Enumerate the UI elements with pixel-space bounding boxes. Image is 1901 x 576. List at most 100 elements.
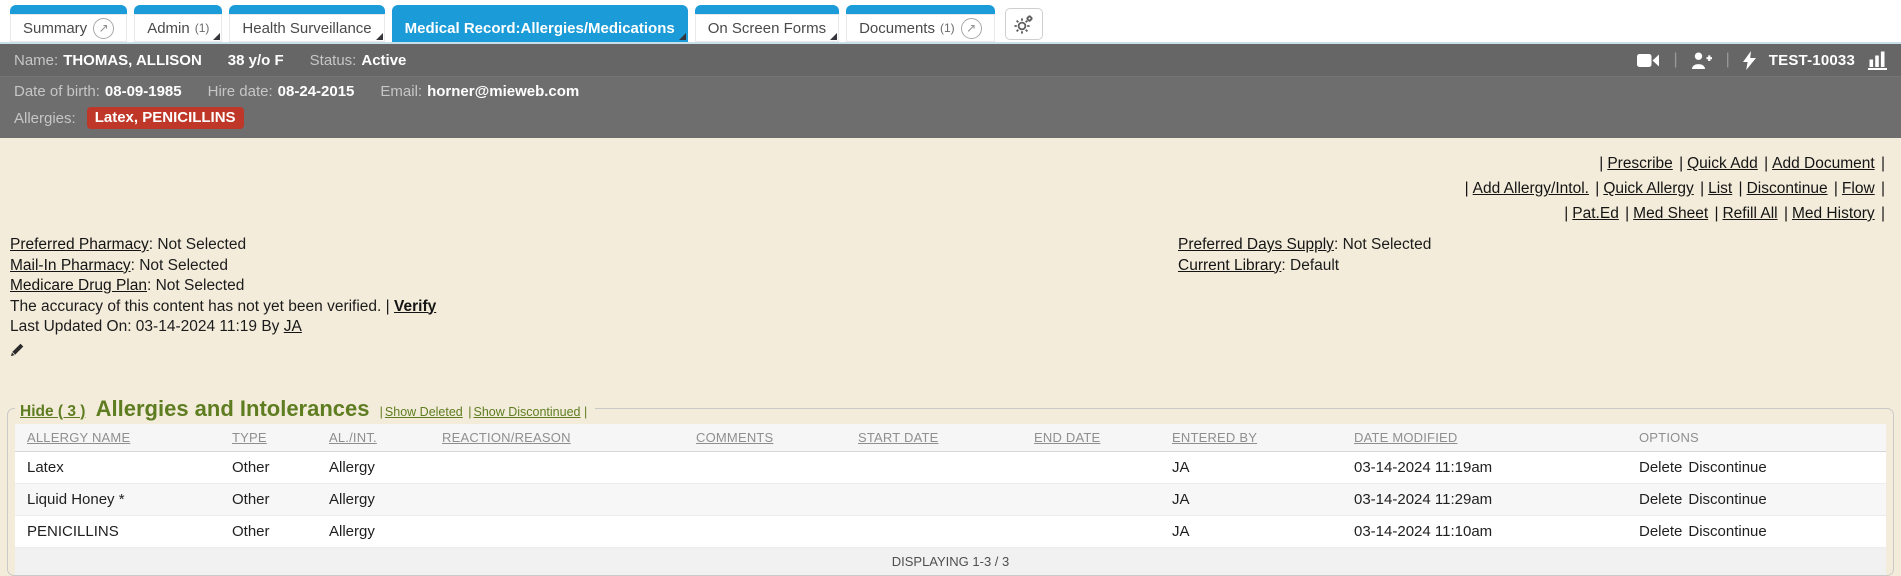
- cell-options: Delete Discontinue: [1627, 515, 1886, 548]
- tab-admin-count: (1): [194, 21, 210, 35]
- delete-link[interactable]: Delete: [1639, 459, 1682, 476]
- cell-comments: [684, 483, 846, 516]
- tab-settings-button[interactable]: [1004, 8, 1043, 40]
- cell-type: Other: [220, 483, 317, 516]
- header-options: OPTIONS: [1627, 423, 1886, 452]
- cell-start-date: [846, 515, 1022, 548]
- add-document-link[interactable]: Add Document: [1762, 155, 1875, 172]
- growth-chart-icon[interactable]: [1868, 51, 1887, 70]
- hire-date-value: 08-24-2015: [277, 83, 355, 100]
- tab-documents-label: Documents: [859, 19, 935, 37]
- cell-end-date: [1022, 483, 1160, 516]
- cell-date-modified: 03-14-2024 11:29am: [1342, 483, 1627, 516]
- cell-al-int: Allergy: [317, 451, 430, 484]
- tab-summary[interactable]: Summary ↗: [10, 5, 128, 42]
- name-label: Name:: [14, 51, 59, 69]
- preferred-days-supply-link[interactable]: Preferred Days Supply: [1178, 236, 1334, 253]
- header-type[interactable]: TYPE: [220, 423, 317, 452]
- mail-in-pharmacy-link[interactable]: Mail-In Pharmacy: [10, 257, 131, 274]
- patient-age-sex: 38 y/o F: [227, 51, 284, 69]
- dob-value: 08-09-1985: [104, 83, 182, 100]
- edit-pencil-icon[interactable]: [10, 342, 30, 360]
- supply-info: Preferred Days Supply Not Selected Curren…: [1178, 235, 1431, 338]
- patient-demographics-bar: Date of birth: 08-09-1985 Hire date: 08-…: [0, 77, 1901, 138]
- show-discontinued-link[interactable]: Show Discontinued: [466, 405, 580, 419]
- table-row: PENICILLINS Other Allergy JA 03-14-2024 …: [15, 515, 1886, 548]
- add-person-icon[interactable]: [1691, 52, 1713, 69]
- show-deleted-link[interactable]: Show Deleted: [378, 405, 463, 419]
- discontinue-link[interactable]: Discontinue: [1688, 459, 1766, 476]
- current-library-link[interactable]: Current Library: [1178, 257, 1281, 274]
- header-end-date[interactable]: END DATE: [1022, 423, 1160, 452]
- tab-documents[interactable]: Documents (1) ↗: [846, 5, 995, 42]
- action-row-3: Pat.Ed Med Sheet Refill All Med History: [0, 201, 1885, 226]
- action-links: Prescribe Quick Add Add Document Add All…: [0, 151, 1885, 226]
- quick-add-link[interactable]: Quick Add: [1677, 155, 1758, 172]
- allergies-badge[interactable]: Latex, PENICILLINS: [86, 107, 244, 129]
- refill-all-link[interactable]: Refill All: [1712, 205, 1777, 222]
- cell-start-date: [846, 451, 1022, 484]
- tab-on-screen-forms[interactable]: On Screen Forms: [694, 5, 840, 42]
- tab-health-surveillance[interactable]: Health Surveillance: [229, 5, 385, 42]
- action-row-2: Add Allergy/Intol. Quick Allergy List Di…: [0, 176, 1885, 201]
- pat-ed-link[interactable]: Pat.Ed: [1562, 205, 1619, 222]
- header-al-int[interactable]: AL./INT.: [317, 423, 430, 452]
- prescribe-link[interactable]: Prescribe: [1597, 155, 1672, 172]
- cell-al-int: Allergy: [317, 483, 430, 516]
- cell-comments: [684, 451, 846, 484]
- cell-entered-by: JA: [1160, 515, 1342, 548]
- email-label: Email:: [380, 83, 423, 100]
- last-updated-by-link[interactable]: JA: [284, 318, 302, 335]
- tab-on-screen-forms-label: On Screen Forms: [707, 19, 827, 37]
- popout-icon[interactable]: ↗: [960, 17, 982, 39]
- tab-admin[interactable]: Admin (1): [134, 5, 223, 42]
- med-history-link[interactable]: Med History: [1782, 205, 1875, 222]
- tab-health-surveillance-label: Health Surveillance: [242, 19, 372, 37]
- quick-action-lightning-icon[interactable]: [1742, 50, 1756, 70]
- discontinue-link[interactable]: Discontinue: [1737, 180, 1828, 197]
- header-entered-by[interactable]: ENTERED BY: [1160, 423, 1342, 452]
- main-content: Prescribe Quick Add Add Document Add All…: [0, 138, 1901, 576]
- tab-medical-record-allergies-medications[interactable]: Medical Record:Allergies/Medications: [391, 5, 688, 42]
- medicare-drug-plan-link[interactable]: Medicare Drug Plan: [10, 277, 147, 294]
- gears-icon: [1014, 14, 1034, 34]
- chart-id: TEST-10033: [1768, 51, 1855, 69]
- delete-link[interactable]: Delete: [1639, 523, 1682, 540]
- cell-options: Delete Discontinue: [1627, 483, 1886, 516]
- hide-count-link[interactable]: Hide ( 3 ): [20, 403, 85, 420]
- header-allergy-name[interactable]: ALLERGY NAME: [15, 423, 220, 452]
- tab-summary-label: Summary: [23, 19, 88, 37]
- verify-link[interactable]: Verify: [394, 298, 436, 315]
- quick-allergy-link[interactable]: Quick Allergy: [1593, 180, 1693, 197]
- email-value: horner@mieweb.com: [427, 83, 580, 100]
- cell-reaction: [430, 483, 684, 516]
- patient-status: Active: [361, 51, 407, 69]
- header-start-date[interactable]: START DATE: [846, 423, 1022, 452]
- discontinue-link[interactable]: Discontinue: [1688, 491, 1766, 508]
- popout-icon[interactable]: ↗: [93, 17, 115, 39]
- add-allergy-intol-link[interactable]: Add Allergy/Intol.: [1463, 180, 1589, 197]
- cell-reaction: [430, 515, 684, 548]
- current-library-value: Default: [1290, 256, 1340, 274]
- cell-date-modified: 03-14-2024 11:19am: [1342, 451, 1627, 484]
- cell-entered-by: JA: [1160, 483, 1342, 516]
- cell-date-modified: 03-14-2024 11:10am: [1342, 515, 1627, 548]
- header-comments[interactable]: COMMENTS: [684, 423, 846, 452]
- header-date-modified[interactable]: DATE MODIFIED: [1342, 423, 1627, 452]
- flow-link[interactable]: Flow: [1832, 180, 1875, 197]
- dob-label: Date of birth:: [14, 83, 100, 100]
- video-call-icon[interactable]: [1637, 53, 1660, 68]
- cell-allergy-name: PENICILLINS: [15, 515, 220, 548]
- cell-entered-by: JA: [1160, 451, 1342, 484]
- preferred-pharmacy-link[interactable]: Preferred Pharmacy: [10, 236, 149, 253]
- discontinue-link[interactable]: Discontinue: [1688, 523, 1766, 540]
- med-sheet-link[interactable]: Med Sheet: [1623, 205, 1708, 222]
- list-link[interactable]: List: [1698, 180, 1732, 197]
- tab-medical-record-label: Medical Record:Allergies/Medications: [404, 19, 675, 37]
- header-reaction-reason[interactable]: REACTION/REASON: [430, 423, 684, 452]
- allergies-and-intolerances-panel: Hide ( 3 ) Allergies and Intolerances Sh…: [7, 395, 1894, 576]
- section-title: Allergies and Intolerances: [95, 395, 370, 421]
- verify-notice-text: The accuracy of this content has not yet…: [10, 297, 382, 315]
- delete-link[interactable]: Delete: [1639, 491, 1682, 508]
- tab-documents-count: (1): [939, 21, 955, 35]
